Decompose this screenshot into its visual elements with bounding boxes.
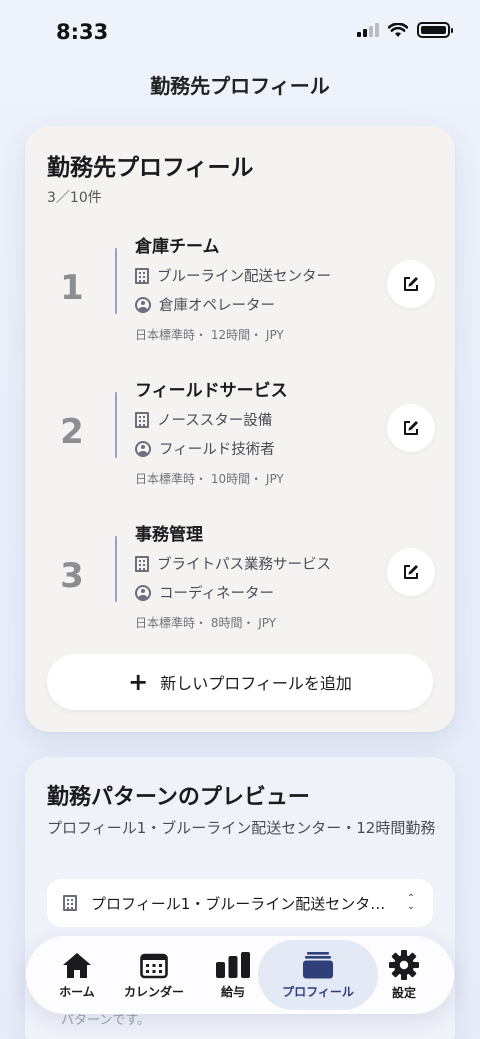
tab-label: 給与 (220, 984, 245, 999)
profile-index: 1 (60, 268, 84, 308)
edit-profile-button[interactable] (387, 548, 435, 596)
tab-settings[interactable]: 設定 (372, 940, 436, 1010)
page-title: 勤務先プロフィール (150, 74, 330, 98)
role-line: 倉庫オペレーター (135, 294, 275, 315)
preview-subtitle: プロフィール1・ブルーライン配送センター・12時間勤務 (47, 819, 436, 837)
row-divider (115, 536, 117, 602)
row-divider (115, 392, 117, 458)
workplace-label: ブルーライン配送センター (157, 269, 331, 285)
preview-title: 勤務パターンのプレビュー (47, 785, 310, 810)
profile-name: フィールドサービス (135, 381, 288, 401)
workplace-label: ブライトパス業務サービス (157, 557, 331, 573)
gear-icon (389, 949, 419, 980)
workplace-line: ブライトパス業務サービス (135, 553, 331, 574)
add-profile-button[interactable]: + 新しいプロフィールを追加 (47, 654, 433, 710)
workplace-line: ブルーライン配送センター (135, 265, 331, 286)
building-icon (135, 411, 149, 428)
profile-row[interactable]: 2 フィールドサービス ノーススター設備 フィールド技術者 日本標準時・ 10時… (25, 376, 455, 496)
plus-icon: + (128, 668, 149, 696)
row-divider (115, 248, 117, 314)
status-time: 8:33 (56, 20, 109, 44)
profile-index: 2 (60, 412, 84, 452)
bottom-tab-bar: ホーム カレンダー 給与 プロフィール 設定 (26, 936, 454, 1014)
tab-label: プロフィール (282, 984, 354, 999)
chevron-updown-icon: ⌃ ⌄ (406, 893, 416, 912)
profile-list-card: 勤務先プロフィール 3／10件 1 倉庫チーム ブルーライン配送センター 倉庫オ… (25, 126, 455, 732)
person-icon (135, 584, 151, 601)
profile-index: 3 (60, 556, 84, 596)
card-title: 勤務先プロフィール (47, 155, 254, 181)
role-line: コーディネーター (135, 582, 274, 603)
bar-chart-icon (216, 951, 250, 978)
profile-name: 倉庫チーム (135, 237, 220, 257)
battery-icon (417, 22, 453, 38)
building-icon (63, 895, 77, 911)
person-icon (135, 440, 151, 457)
role-label: 倉庫オペレーター (159, 298, 275, 314)
building-icon (135, 555, 149, 572)
status-bar: 8:33 (0, 0, 480, 62)
workplace-line: ノーススター設備 (135, 409, 272, 430)
profile-select[interactable]: プロフィール1・ブルーライン配送センター・12時間勤務 ⌃⌄ (47, 879, 433, 927)
person-icon (135, 296, 151, 313)
tab-label: カレンダー (123, 984, 184, 999)
profile-name: 事務管理 (135, 525, 203, 545)
building-icon (135, 267, 149, 284)
wifi-icon (388, 22, 408, 37)
home-icon (63, 952, 91, 978)
edit-icon (404, 421, 418, 435)
cellular-signal-icon (357, 23, 379, 37)
tab-calendar[interactable]: カレンダー (114, 940, 194, 1010)
tab-label: ホーム (59, 984, 95, 999)
edit-profile-button[interactable] (387, 260, 435, 308)
tab-label: 設定 (391, 985, 416, 1000)
edit-icon (404, 277, 418, 291)
tab-profile[interactable]: プロフィール (258, 940, 378, 1010)
calendar-icon (140, 953, 168, 978)
edit-profile-button[interactable] (387, 404, 435, 452)
add-profile-label: 新しいプロフィールを追加 (160, 674, 352, 693)
edit-icon (404, 565, 418, 579)
workplace-label: ノーススター設備 (157, 413, 273, 429)
role-line: フィールド技術者 (135, 438, 275, 459)
role-label: コーディネーター (159, 586, 274, 602)
profile-meta: 日本標準時・ 12時間・ JPY (135, 328, 284, 342)
profile-meta: 日本標準時・ 10時間・ JPY (135, 472, 284, 486)
status-icons (357, 22, 453, 38)
profile-row[interactable]: 1 倉庫チーム ブルーライン配送センター 倉庫オペレーター 日本標準時・ 12時… (25, 232, 455, 352)
role-label: フィールド技術者 (159, 442, 275, 458)
profile-stack-icon (303, 951, 333, 978)
profile-meta: 日本標準時・ 8時間・ JPY (135, 616, 277, 630)
profile-row[interactable]: 3 事務管理 ブライトパス業務サービス コーディネーター 日本標準時・ 8時間・… (25, 520, 455, 640)
select-value: プロフィール1・ブルーライン配送センター・12時間勤務 (91, 894, 391, 913)
profile-count: 3／10件 (47, 190, 102, 206)
tab-home[interactable]: ホーム (40, 940, 114, 1010)
